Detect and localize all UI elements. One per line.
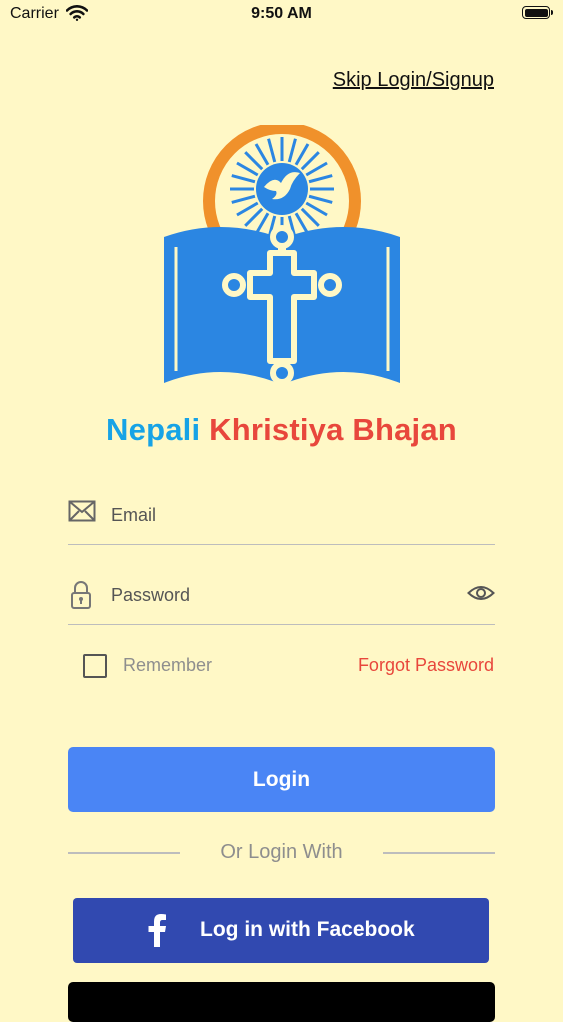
app-title-part1: Nepali <box>106 412 201 447</box>
password-input[interactable] <box>109 578 453 612</box>
app-logo <box>160 122 405 392</box>
facebook-login-button[interactable]: Log in with Facebook <box>73 898 489 963</box>
envelope-icon <box>68 500 96 527</box>
status-bar: Carrier 9:50 AM <box>0 0 563 30</box>
secondary-social-login-button[interactable] <box>68 982 495 1022</box>
app-title: Nepali Khristiya Bhajan <box>0 412 563 448</box>
bible-cross-dove-icon <box>164 122 400 385</box>
clock: 9:50 AM <box>251 5 312 22</box>
remember-label: Remember <box>123 655 213 675</box>
eye-icon[interactable] <box>467 584 495 607</box>
login-button-label: Login <box>252 767 311 791</box>
battery-icon <box>522 6 553 19</box>
email-field-row <box>68 494 495 545</box>
forgot-password-link[interactable]: Forgot Password <box>358 655 494 676</box>
app-title-part2: Khristiya Bhajan <box>209 412 457 447</box>
facebook-login-label: Log in with Facebook <box>200 918 415 941</box>
email-input[interactable] <box>109 498 453 532</box>
skip-login-link[interactable]: Skip Login/Signup <box>333 69 494 92</box>
login-button[interactable]: Login <box>68 747 495 812</box>
divider-right <box>383 852 495 854</box>
facebook-icon <box>147 913 167 952</box>
remember-checkbox[interactable] <box>83 654 107 678</box>
lock-icon <box>68 580 94 615</box>
password-field-row <box>68 574 495 625</box>
